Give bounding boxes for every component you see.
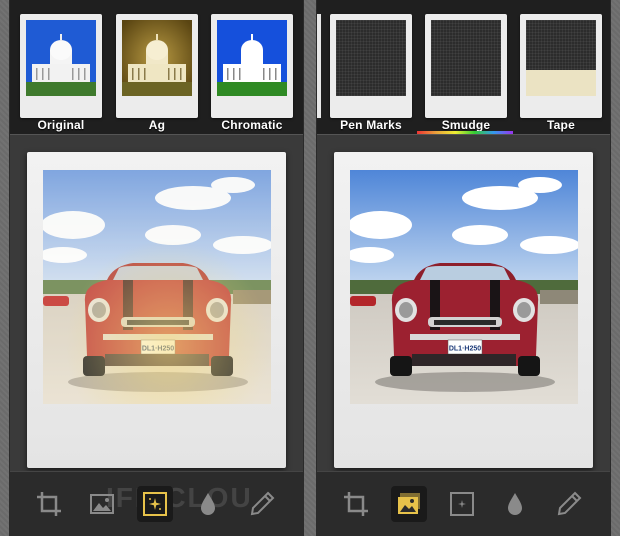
frame-label: Tape	[547, 118, 575, 132]
car-photo: DL1·H250	[350, 170, 578, 404]
thumb-frame	[425, 14, 507, 118]
photo-polaroid: DL1·H250	[334, 152, 593, 468]
effects-tool-button[interactable]	[137, 486, 173, 522]
filter-chromatic[interactable]: Chromatic	[211, 14, 293, 132]
frame-strip[interactable]: Pen Marks Smudge Tape	[317, 0, 610, 135]
pen-tool-button[interactable]	[551, 486, 587, 522]
linen-thumbnail	[526, 20, 596, 96]
filter-ag[interactable]: Ag	[116, 14, 198, 132]
bottom-toolbar: IFE CLOU	[10, 471, 303, 536]
dust-tool-button[interactable]	[497, 486, 533, 522]
thumb-frame	[116, 14, 198, 118]
linen-thumbnail	[431, 20, 501, 96]
capitol-thumbnail	[122, 20, 192, 96]
crop-icon	[344, 492, 368, 516]
capitol-thumbnail	[217, 20, 287, 96]
left-screen: Original Ag Chromatic IFE CLOU	[10, 0, 303, 536]
filter-original[interactable]: Original	[20, 14, 102, 132]
effects-tool-button[interactable]	[444, 486, 480, 522]
pen-tool-button[interactable]	[244, 486, 280, 522]
pen-icon	[557, 491, 582, 516]
frame-label: Smudge	[441, 118, 491, 132]
license-plate: DL1·H250	[449, 346, 481, 353]
tape-strip	[526, 70, 596, 96]
right-screen: Pen Marks Smudge Tape DL1·H250	[317, 0, 610, 536]
crop-tool-button[interactable]	[338, 486, 374, 522]
filter-strip[interactable]: Original Ag Chromatic	[10, 0, 303, 135]
thumb-frame	[211, 14, 293, 118]
sparkle-icon	[450, 492, 474, 516]
car-photo: DL1·H250	[43, 170, 271, 404]
filter-label: Chromatic	[221, 118, 283, 132]
crop-icon	[37, 492, 61, 516]
frame-smudge[interactable]: Smudge	[425, 14, 507, 132]
picture-icon	[398, 493, 420, 514]
filter-label: Original	[37, 118, 85, 132]
droplet-icon	[201, 493, 215, 515]
thumb-frame	[20, 14, 102, 118]
droplet-icon	[508, 493, 522, 515]
bottom-toolbar	[317, 471, 610, 536]
linen-thumbnail	[336, 20, 406, 96]
watermark: IFE CLOU	[106, 482, 253, 513]
filter-label: Ag	[148, 118, 166, 132]
capitol-thumbnail	[26, 20, 96, 96]
partial-thumbnail	[317, 14, 321, 118]
pen-icon	[250, 491, 275, 516]
crop-tool-button[interactable]	[31, 486, 67, 522]
dust-tool-button[interactable]	[190, 486, 226, 522]
picture-icon	[90, 494, 114, 514]
thumb-frame	[520, 14, 602, 118]
filters-tool-button[interactable]	[84, 486, 120, 522]
frame-tape[interactable]: Tape	[520, 14, 602, 132]
frame-pen-marks[interactable]: Pen Marks	[330, 14, 412, 132]
frame-label: Pen Marks	[340, 118, 402, 132]
filters-tool-button[interactable]	[391, 486, 427, 522]
photo-polaroid: DL1·H250	[27, 152, 286, 468]
thumb-frame	[330, 14, 412, 118]
sparkle-icon	[143, 492, 167, 516]
rainbow-indicator	[417, 131, 513, 134]
